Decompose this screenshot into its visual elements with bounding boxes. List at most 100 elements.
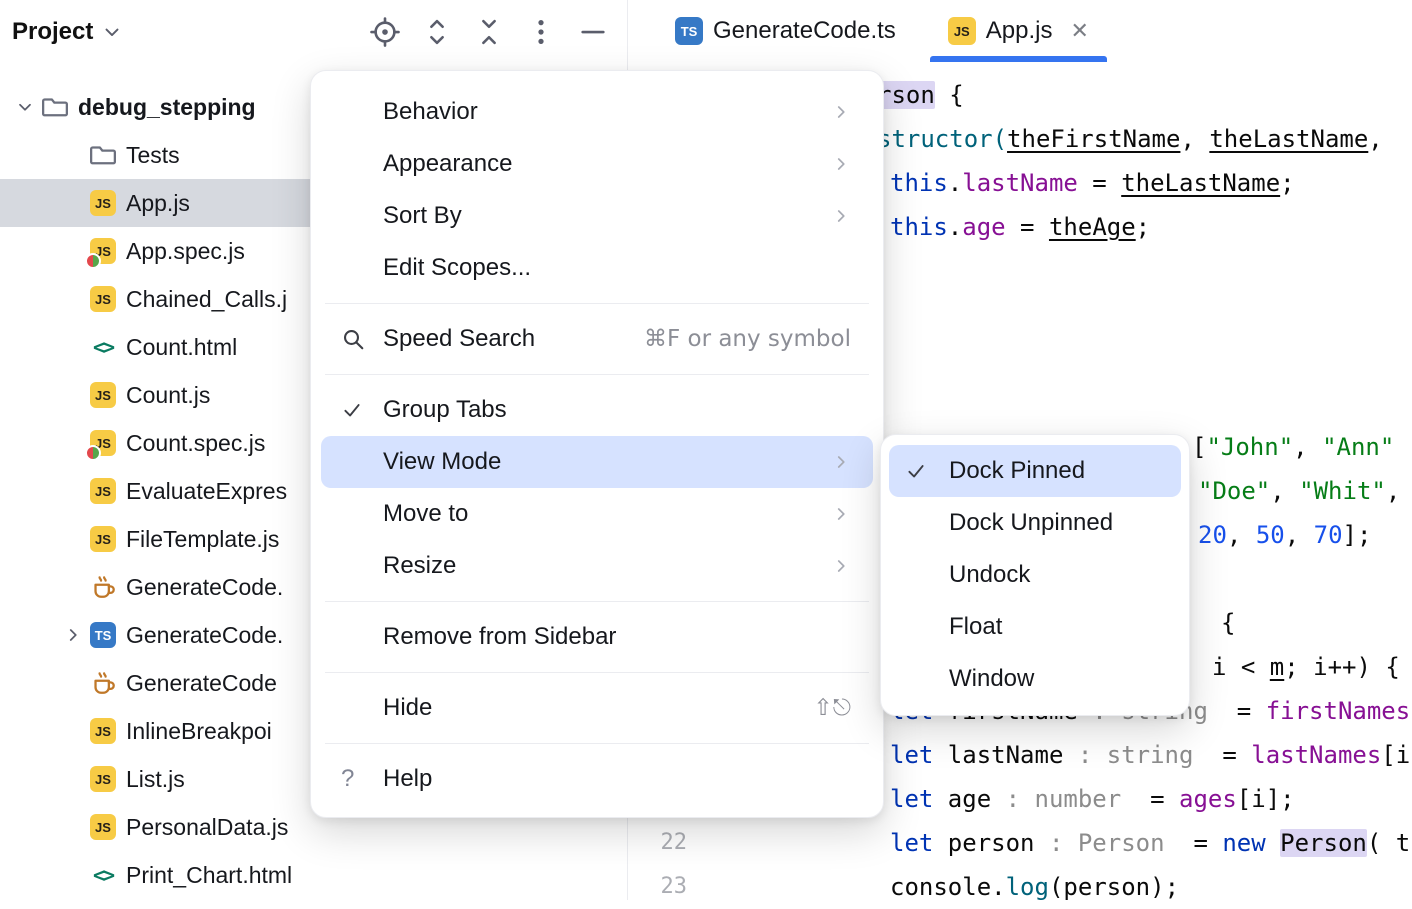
menu-item-hide[interactable]: Hide⇧⎋ (321, 682, 873, 734)
tree-item-label: List.js (126, 766, 185, 793)
menu-item-undock[interactable]: Undock (889, 549, 1181, 601)
folder-file-icon (88, 140, 118, 170)
tree-item-label: Tests (126, 142, 180, 169)
minimize-icon[interactable] (567, 11, 619, 53)
code-line: ["John", "Ann" (1192, 425, 1394, 469)
menu-item-group-tabs[interactable]: Group Tabs (321, 384, 873, 436)
menu-item-label: Dock Pinned (949, 457, 1085, 485)
chevron-spacer (58, 764, 88, 794)
coffee-file-icon (88, 668, 118, 698)
tab-generatecode-ts[interactable]: TS GenerateCode.ts (649, 0, 922, 62)
js-file-icon: JS (88, 380, 118, 410)
js-file-icon: JS (88, 716, 118, 746)
menu-item-label: Undock (949, 561, 1030, 589)
menu-item-label: Window (949, 665, 1034, 693)
menu-item-label: Resize (383, 552, 456, 580)
menu-separator (325, 374, 869, 375)
tree-item-label: Chained_Calls.j (126, 286, 287, 313)
menu-separator (325, 743, 869, 744)
tree-item-label: InlineBreakpoi (126, 718, 272, 745)
panel-title[interactable]: Project (12, 18, 93, 46)
code-line: this.age = theAge; (890, 205, 1150, 249)
chevron-spacer (58, 572, 88, 602)
menu-item-label: Appearance (383, 150, 512, 178)
menu-item-label: Float (949, 613, 1002, 641)
tree-item-label: Count.js (126, 382, 210, 409)
tree-item-print-chart-html[interactable]: <> Print_Chart.html (0, 851, 626, 899)
tree-item-label: GenerateCode. (126, 574, 283, 601)
chevron-down-icon[interactable] (10, 92, 40, 122)
menu-item-resize[interactable]: Resize (321, 540, 873, 592)
tree-item-label: App.spec.js (126, 238, 245, 265)
context-menu: Behavior Appearance Sort ByEdit Scopes... S… (310, 70, 884, 818)
tree-item-label: App.js (126, 190, 190, 217)
submenu-arrow-icon (831, 154, 851, 174)
menu-item-sort-by[interactable]: Sort By (321, 190, 873, 242)
js-file-icon: JS (88, 188, 118, 218)
chevron-spacer (58, 188, 88, 218)
js-file-icon: JS (88, 476, 118, 506)
close-icon[interactable]: ✕ (1070, 20, 1088, 42)
chevron-down-icon[interactable] (101, 21, 123, 43)
menu-item-dock-pinned[interactable]: Dock Pinned (889, 445, 1181, 497)
menu-item-appearance[interactable]: Appearance (321, 138, 873, 190)
menu-item-float[interactable]: Float (889, 601, 1181, 653)
more-icon[interactable] (515, 11, 567, 53)
collapse-all-icon[interactable] (463, 11, 515, 53)
html-file-icon: <> (88, 332, 118, 362)
chevron-spacer (58, 428, 88, 458)
help-icon: ? (341, 765, 383, 793)
ts-file-icon: TS (675, 17, 703, 45)
menu-item-speed-search[interactable]: Speed Search⌘F or any symbol (321, 313, 873, 365)
js-file-icon: JS (88, 284, 118, 314)
menu-item-edit-scopes[interactable]: Edit Scopes... (321, 242, 873, 294)
line-number: 23 (629, 865, 687, 909)
chevron-spacer (58, 332, 88, 362)
active-tab-underline (930, 56, 1107, 62)
submenu-arrow-icon (831, 504, 851, 524)
folder-file-icon (40, 92, 70, 122)
chevron-spacer (58, 668, 88, 698)
menu-item-move-to[interactable]: Move to (321, 488, 873, 540)
locate-icon[interactable] (359, 11, 411, 53)
code-line: structor(theFirstName, theLastName, (877, 117, 1383, 161)
menu-item-remove-from-sidebar[interactable]: Remove from Sidebar (321, 611, 873, 663)
submenu-arrow-icon (831, 102, 851, 122)
js-file-icon: JS (948, 17, 976, 45)
menu-item-dock-unpinned[interactable]: Dock Unpinned (889, 497, 1181, 549)
tree-item-label: EvaluateExpres (126, 478, 287, 505)
tab-app-js[interactable]: JS App.js ✕ (922, 0, 1115, 62)
panel-toolbar (359, 11, 619, 53)
menu-item-help[interactable]: ?Help (321, 753, 873, 805)
menu-item-label: Group Tabs (383, 396, 507, 424)
menu-item-label: Move to (383, 500, 468, 528)
menu-shortcut: ⇧⎋ (814, 695, 851, 721)
tab-label: App.js (986, 17, 1053, 45)
view-mode-submenu: Dock Pinned Dock Unpinned Undock Float Windo… (880, 434, 1190, 716)
submenu-arrow-icon (831, 452, 851, 472)
tab-label: GenerateCode.ts (713, 17, 896, 45)
tree-item-label: Print_Chart.html (126, 862, 292, 889)
html-file-icon: <> (88, 860, 118, 890)
js-file-icon: JS (88, 524, 118, 554)
tree-item-label: Count.html (126, 334, 237, 361)
js-test-file-icon: JS (88, 236, 118, 266)
chevron-spacer (58, 140, 88, 170)
chevron-spacer (58, 716, 88, 746)
chevron-spacer (58, 380, 88, 410)
code-line: { (1221, 601, 1235, 645)
code-line: this.lastName = theLastName; (890, 161, 1295, 205)
code-line: 20, 50, 70]; (1198, 513, 1371, 557)
tree-item-label: GenerateCode. (126, 622, 283, 649)
menu-item-label: Dock Unpinned (949, 509, 1113, 537)
chevron-spacer (58, 812, 88, 842)
chevron-right-icon[interactable] (58, 620, 88, 650)
menu-item-label: Remove from Sidebar (383, 623, 616, 651)
menu-item-behavior[interactable]: Behavior (321, 86, 873, 138)
code-line: let person : Person = new Person( t (890, 821, 1410, 865)
code-line: console.log(person); (890, 865, 1179, 909)
menu-separator (325, 303, 869, 304)
menu-item-window[interactable]: Window (889, 653, 1181, 705)
menu-item-view-mode[interactable]: View Mode (321, 436, 873, 488)
expand-all-icon[interactable] (411, 11, 463, 53)
